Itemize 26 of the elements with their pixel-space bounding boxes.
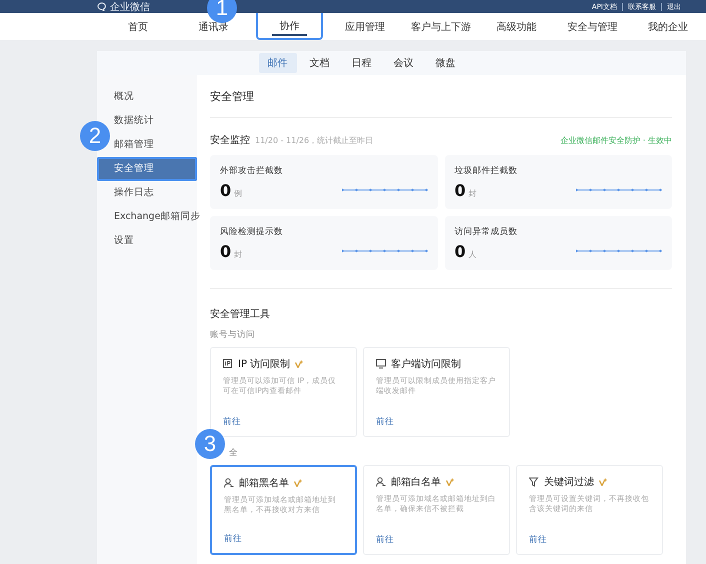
- tool-title: 客户端访问限制: [391, 358, 461, 371]
- tool-title: IP 访问限制: [238, 358, 290, 371]
- stat-value: 0: [454, 180, 466, 200]
- tool-title: 关键词过滤: [544, 476, 594, 489]
- stat-value: 0: [220, 242, 232, 260]
- date-range: 11/20 - 11/26，统计截止至昨日: [255, 135, 374, 146]
- stat-unit: 例: [234, 188, 242, 198]
- page-title: 安全管理: [210, 75, 672, 118]
- stat-label: 访问异常成员数: [454, 226, 518, 238]
- stat-label: 风险检测提示数: [220, 226, 284, 238]
- group-title: 全: [228, 447, 238, 459]
- stat-unit: 人: [468, 248, 477, 260]
- tool-title: 邮箱白名单: [391, 476, 441, 489]
- tool-title: 邮箱黑名单: [239, 476, 289, 490]
- step-callout-tooltip: 2: [80, 121, 110, 151]
- stat-value: 0: [454, 242, 466, 260]
- section-title: 安全监控: [210, 134, 250, 147]
- stat-unit: 封: [234, 248, 242, 260]
- stat-label: 外部攻击拦截数: [220, 164, 284, 176]
- group-title: 账号与访问: [210, 329, 256, 341]
- app-logo-text: 企业微信: [110, 0, 150, 14]
- stat-label: 垃圾邮件拦截数: [454, 164, 518, 176]
- status-text: 企业微信邮件安全防护 · 生效中: [560, 135, 672, 146]
- stat-value: 0: [220, 180, 232, 200]
- stat-unit: 封: [468, 188, 477, 198]
- section-title: 安全管理工具: [210, 308, 271, 321]
